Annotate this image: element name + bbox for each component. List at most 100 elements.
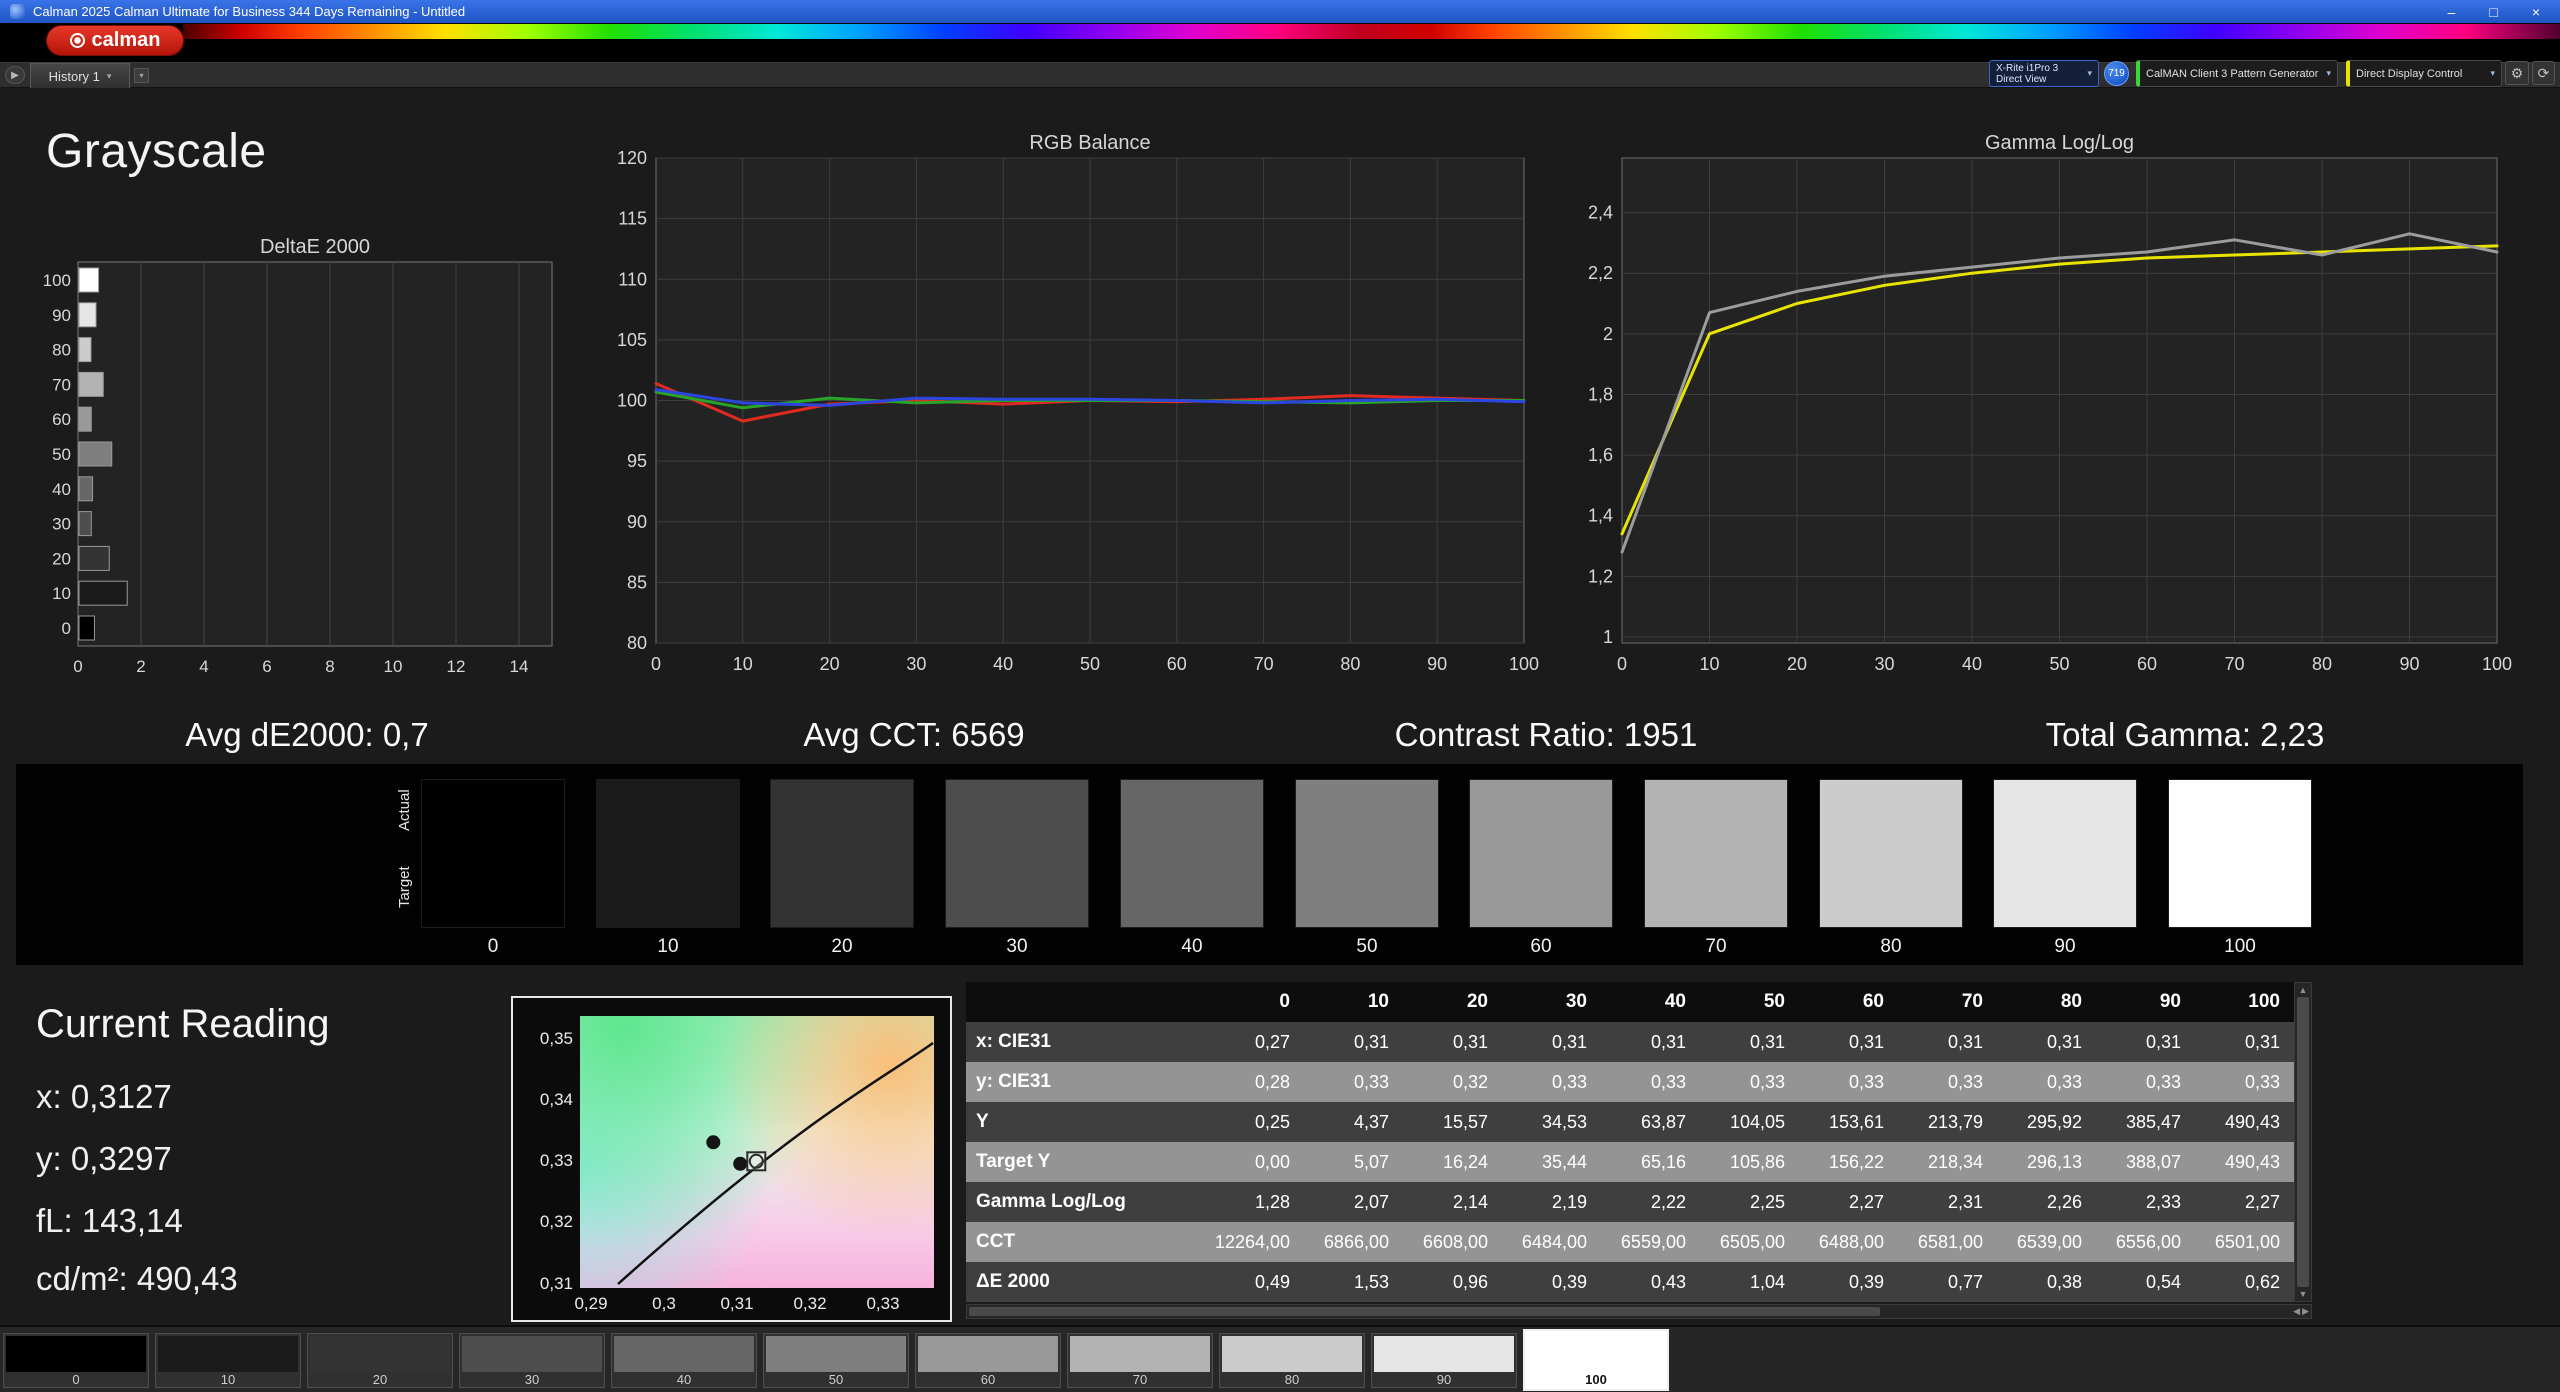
pattern-button-10[interactable]: 10	[155, 1333, 301, 1388]
brand-row: calman	[0, 23, 2560, 62]
pattern-button-100[interactable]: 100	[1523, 1329, 1669, 1391]
x-axis-label: 0	[1617, 654, 1627, 674]
table-cell: 0,33	[1601, 1062, 1700, 1102]
deltae-bar	[78, 511, 92, 537]
grayscale-swatch-60	[1469, 779, 1613, 928]
x-axis-label: 2	[136, 657, 145, 676]
deltae-bar	[78, 615, 95, 641]
table-cell: 0,38	[1997, 1262, 2096, 1302]
table-header-cell: 40	[1601, 982, 1700, 1022]
table-row-label: y: CIE31	[966, 1062, 1205, 1102]
table-cell: 0,62	[2195, 1262, 2294, 1302]
deltae-bar	[78, 476, 94, 502]
swatch-level-label: 30	[1006, 936, 1028, 957]
table-cell: 0,33	[2195, 1062, 2294, 1102]
y-axis-label: 1,8	[1588, 384, 1613, 404]
scrollbar-thumb[interactable]	[2297, 997, 2309, 1287]
table-cell: 388,07	[2096, 1142, 2195, 1182]
table-cell: 0,31	[1997, 1022, 2096, 1062]
pattern-button-20[interactable]: 20	[307, 1333, 453, 1388]
table-cell: 385,47	[2096, 1102, 2195, 1142]
y-axis-label: 70	[52, 375, 71, 394]
grayscale-swatch-30	[945, 779, 1089, 928]
table-cell: 0,33	[1502, 1062, 1601, 1102]
table-cell: 0,33	[1304, 1062, 1403, 1102]
pattern-source-button[interactable]: CalMAN Client 3 Pattern Generator ▾	[2136, 60, 2338, 87]
table-cell: 63,87	[1601, 1102, 1700, 1142]
table-cell: 2,27	[2195, 1182, 2294, 1222]
y-axis-label: 1,6	[1588, 445, 1613, 465]
deltae-bar	[78, 337, 92, 363]
cie-y-tick-label: 0,31	[539, 1274, 573, 1293]
history-nav-button[interactable]: ▶	[5, 66, 25, 84]
sync-button[interactable]: ⟳	[2532, 61, 2555, 85]
calman-menu-button[interactable]: calman	[46, 25, 184, 56]
tab-history[interactable]: History 1 ▾	[30, 63, 130, 88]
scroll-left-icon[interactable]: ◀	[2293, 1306, 2300, 1317]
scrollbar-thumb[interactable]	[969, 1307, 1881, 1316]
table-cell: 0,77	[1898, 1262, 1997, 1302]
table-header-cell: 100	[2195, 982, 2294, 1022]
tab-menu-button[interactable]: ▾	[134, 68, 149, 83]
y-axis-label: 90	[52, 306, 71, 325]
table-cell: 12264,00	[1205, 1222, 1304, 1262]
grayscale-swatch-20	[770, 779, 914, 928]
reading-fl: fL: 143,14	[36, 1202, 183, 1239]
x-axis-label: 100	[1509, 654, 1539, 674]
y-axis-label: 2,2	[1588, 263, 1613, 283]
table-vertical-scrollbar[interactable]: ▲ ▼	[2294, 982, 2312, 1302]
reading-x: x: 0,3127	[36, 1078, 172, 1115]
table-row-label: CCT	[966, 1222, 1205, 1262]
pattern-button-0[interactable]: 0	[3, 1333, 149, 1388]
pattern-bar: 0102030405060708090100 Back Next	[0, 1325, 2560, 1392]
cie-chart-panel: 0,35 0,34 0,33 0,32 0,31 0,29 0,3 0,31 0,32 0,33	[511, 996, 952, 1322]
table-cell: 295,92	[1997, 1102, 2096, 1142]
pattern-swatch	[1527, 1333, 1665, 1369]
pattern-button-70[interactable]: 70	[1067, 1333, 1213, 1388]
pattern-button-60[interactable]: 60	[915, 1333, 1061, 1388]
y-axis-label: 80	[52, 341, 71, 360]
table-cell: 2,22	[1601, 1182, 1700, 1222]
table-cell: 6505,00	[1700, 1222, 1799, 1262]
table-header-corner	[966, 982, 1205, 1022]
y-axis-label: 2	[1603, 324, 1613, 344]
display-control-button[interactable]: Direct Display Control ▾	[2346, 60, 2502, 87]
maximize-button[interactable]: □	[2489, 4, 2497, 20]
pattern-button-30[interactable]: 30	[459, 1333, 605, 1388]
pattern-source-label: CalMAN Client 3 Pattern Generator	[2146, 67, 2319, 80]
x-axis-label: 20	[1787, 654, 1807, 674]
cie-y-tick-label: 0,35	[539, 1029, 573, 1048]
pattern-swatch	[918, 1336, 1058, 1372]
swatch-level-label: 0	[487, 936, 499, 957]
meter-status-badge[interactable]: 719	[2104, 61, 2129, 86]
scroll-up-icon[interactable]: ▲	[2299, 985, 2308, 995]
scroll-down-icon[interactable]: ▼	[2299, 1289, 2308, 1299]
pattern-level-label: 50	[828, 1372, 844, 1387]
pattern-button-40[interactable]: 40	[611, 1333, 757, 1388]
table-header-cell: 70	[1898, 982, 1997, 1022]
table-cell: 0,25	[1205, 1102, 1304, 1142]
y-axis-label: 95	[627, 451, 647, 471]
grayscale-swatch-80	[1819, 779, 1963, 928]
pattern-button-90[interactable]: 90	[1371, 1333, 1517, 1388]
pattern-level-label: 0	[72, 1372, 80, 1387]
meter-device-button[interactable]: X-Rite i1Pro 3 Direct View ▾	[1989, 60, 2099, 87]
scroll-right-icon[interactable]: ▶	[2302, 1306, 2309, 1317]
table-cell: 65,16	[1601, 1142, 1700, 1182]
close-button[interactable]: ×	[2532, 4, 2540, 20]
pattern-button-80[interactable]: 80	[1219, 1333, 1365, 1388]
settings-gear-button[interactable]: ⚙	[2505, 61, 2529, 85]
minimize-button[interactable]: –	[2448, 4, 2456, 20]
table-cell: 0,49	[1205, 1262, 1304, 1302]
table-cell: 6501,00	[2195, 1222, 2294, 1262]
table-cell: 6866,00	[1304, 1222, 1403, 1262]
x-axis-label: 80	[1340, 654, 1360, 674]
x-axis-label: 60	[2137, 654, 2157, 674]
table-cell: 1,53	[1304, 1262, 1403, 1302]
x-axis-label: 40	[993, 654, 1013, 674]
table-cell: 490,43	[2195, 1142, 2294, 1182]
table-cell: 0,31	[2096, 1022, 2195, 1062]
pattern-button-50[interactable]: 50	[763, 1333, 909, 1388]
table-horizontal-scrollbar[interactable]: ◀ ▶	[966, 1304, 2312, 1319]
swatch-level-label: 40	[1181, 936, 1203, 957]
